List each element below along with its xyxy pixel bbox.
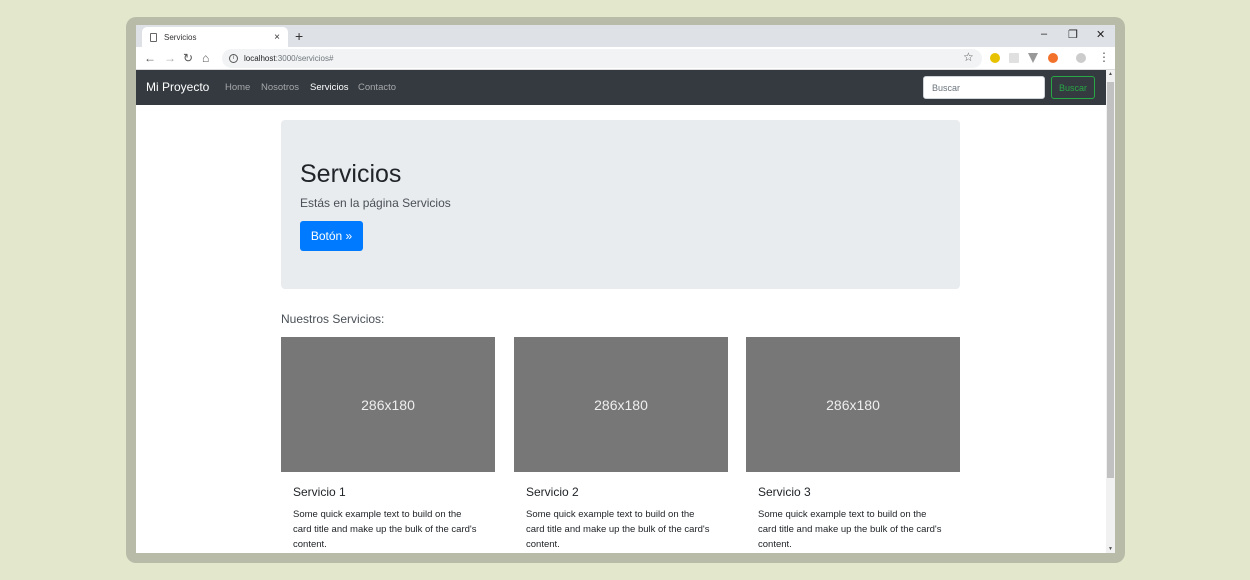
navbar-brand[interactable]: Mi Proyecto	[146, 80, 209, 94]
minimize-button[interactable]: –	[1041, 28, 1047, 40]
jumbotron: Servicios Estás en la página Servicios B…	[281, 120, 960, 289]
search-input[interactable]	[923, 76, 1045, 99]
address-bar[interactable]: i localhost :3000/servicios#	[222, 49, 982, 68]
profile-avatar-icon[interactable]	[1076, 53, 1086, 63]
primary-button[interactable]: Botón »	[300, 221, 363, 251]
browser-tab[interactable]: Servicios ×	[142, 27, 288, 47]
site-navbar: Mi Proyecto Home Nosotros Servicios Cont…	[136, 70, 1106, 105]
browser-window: Servicios × + – ❐ ✕ ← → ↻ ⌂ i localhost …	[136, 25, 1115, 553]
card-image-placeholder: 286x180	[514, 337, 728, 472]
page-title: Servicios	[300, 160, 402, 188]
bookmark-star-icon[interactable]: ☆	[963, 50, 974, 64]
extension-gray-icon[interactable]	[1009, 53, 1019, 63]
extension-filter-icon[interactable]	[1028, 53, 1038, 63]
card-image-label: 286x180	[594, 396, 648, 413]
service-card-3: 286x180 Servicio 3 Some quick example te…	[746, 337, 960, 553]
reload-icon[interactable]: ↻	[183, 51, 193, 65]
card-image-label: 286x180	[826, 396, 880, 413]
url-host: localhost	[244, 54, 276, 63]
card-text: Some quick example text to build on the …	[293, 509, 477, 550]
search-button[interactable]: Buscar	[1051, 76, 1095, 99]
card-image-label: 286x180	[361, 396, 415, 413]
extension-orange-icon[interactable]	[1048, 53, 1058, 63]
nav-link-nosotros[interactable]: Nosotros	[261, 82, 299, 93]
section-title: Nuestros Servicios:	[281, 312, 385, 326]
service-card-1: 286x180 Servicio 1 Some quick example te…	[281, 337, 495, 553]
info-icon[interactable]: i	[229, 54, 238, 63]
card-image-placeholder: 286x180	[281, 337, 495, 472]
card-title: Servicio 3	[758, 485, 811, 499]
card-title: Servicio 1	[293, 485, 346, 499]
scroll-down-icon[interactable]: ▼	[1106, 546, 1115, 552]
card-text: Some quick example text to build on the …	[758, 509, 942, 550]
tab-close-icon[interactable]: ×	[274, 32, 280, 43]
nav-link-home[interactable]: Home	[225, 82, 250, 93]
service-card-2: 286x180 Servicio 2 Some quick example te…	[514, 337, 728, 553]
scroll-up-icon[interactable]: ▲	[1106, 71, 1115, 77]
extension-yellow-icon[interactable]	[990, 53, 1000, 63]
card-text: Some quick example text to build on the …	[526, 509, 710, 550]
menu-icon[interactable]: ⋮	[1098, 50, 1110, 64]
nav-link-contacto[interactable]: Contacto	[358, 82, 396, 93]
restore-button[interactable]: ❐	[1068, 28, 1078, 41]
card-image-placeholder: 286x180	[746, 337, 960, 472]
page-lead: Estás en la página Servicios	[300, 196, 451, 210]
forward-icon[interactable]: →	[164, 51, 176, 65]
close-window-button[interactable]: ✕	[1096, 28, 1105, 41]
scroll-thumb[interactable]	[1107, 82, 1114, 478]
url-path: :3000/servicios#	[275, 54, 334, 63]
tab-strip: Servicios × + – ❐ ✕	[136, 25, 1115, 47]
browser-toolbar: ← → ↻ ⌂ i localhost :3000/servicios# ☆ ⋮	[136, 47, 1115, 70]
tab-title: Servicios	[164, 32, 197, 42]
back-icon[interactable]: ←	[144, 51, 156, 65]
new-tab-button[interactable]: +	[295, 28, 303, 44]
card-title: Servicio 2	[526, 485, 579, 499]
document-icon	[150, 32, 157, 42]
home-icon[interactable]: ⌂	[202, 51, 209, 65]
nav-link-servicios[interactable]: Servicios	[310, 82, 349, 93]
page-scrollbar[interactable]: ▲ ▼	[1106, 70, 1115, 553]
